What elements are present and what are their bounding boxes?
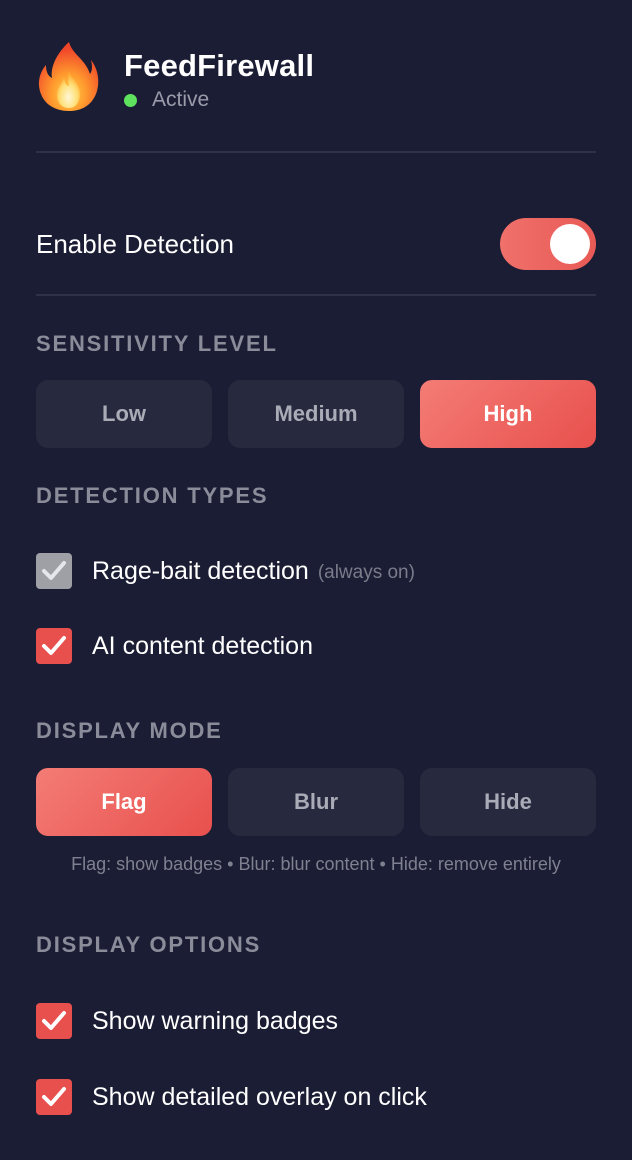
detailed-overlay-checkbox[interactable] — [36, 1079, 72, 1115]
checkmark-icon — [42, 1011, 66, 1030]
always-on-hint: (always on) — [317, 562, 415, 583]
display-mode-selector: Flag Blur Hide — [36, 768, 596, 836]
app-title: FeedFirewall — [124, 48, 315, 83]
sensitivity-selector: Low Medium High — [36, 380, 596, 448]
ai-content-row: AI content detection — [36, 628, 313, 664]
rage-bait-checkbox — [36, 553, 72, 589]
display-options-title: DISPLAY OPTIONS — [36, 932, 262, 957]
enable-detection-label: Enable Detection — [36, 229, 235, 259]
warning-badges-label: Show warning badges — [92, 1006, 338, 1035]
checkmark-icon — [42, 561, 66, 580]
fire-icon — [36, 40, 102, 112]
sensitivity-title: SENSITIVITY LEVEL — [36, 331, 278, 356]
ai-content-checkbox[interactable] — [36, 628, 72, 664]
status-dot-icon — [124, 93, 137, 107]
display-mode-hide-button[interactable]: Hide — [420, 768, 596, 836]
display-mode-blur-button[interactable]: Blur — [228, 768, 404, 836]
enable-divider — [36, 294, 596, 296]
header: FeedFirewall Active — [36, 40, 596, 120]
header-divider — [36, 151, 596, 153]
detailed-overlay-row: Show detailed overlay on click — [36, 1079, 427, 1115]
popup-panel: FeedFirewall Active Enable Detection SEN… — [0, 0, 632, 1160]
enable-detection-toggle[interactable] — [500, 218, 596, 270]
rage-bait-label: Rage-bait detection — [92, 556, 309, 585]
rage-bait-row: Rage-bait detection (always on) — [36, 553, 415, 589]
checkmark-icon — [42, 636, 66, 655]
display-mode-title: DISPLAY MODE — [36, 718, 223, 743]
status-indicator: Active — [124, 88, 209, 112]
warning-badges-row: Show warning badges — [36, 1003, 338, 1039]
sensitivity-high-button[interactable]: High — [420, 380, 596, 448]
display-mode-flag-button[interactable]: Flag — [36, 768, 212, 836]
ai-content-label: AI content detection — [92, 631, 313, 660]
detailed-overlay-label: Show detailed overlay on click — [92, 1082, 427, 1111]
warning-badges-checkbox[interactable] — [36, 1003, 72, 1039]
checkmark-icon — [42, 1087, 66, 1106]
detection-types-title: DETECTION TYPES — [36, 483, 269, 508]
status-text: Active — [152, 88, 210, 111]
toggle-knob — [550, 224, 590, 264]
sensitivity-medium-button[interactable]: Medium — [228, 380, 404, 448]
display-mode-help: Flag: show badges • Blur: blur content •… — [71, 854, 561, 874]
sensitivity-low-button[interactable]: Low — [36, 380, 212, 448]
